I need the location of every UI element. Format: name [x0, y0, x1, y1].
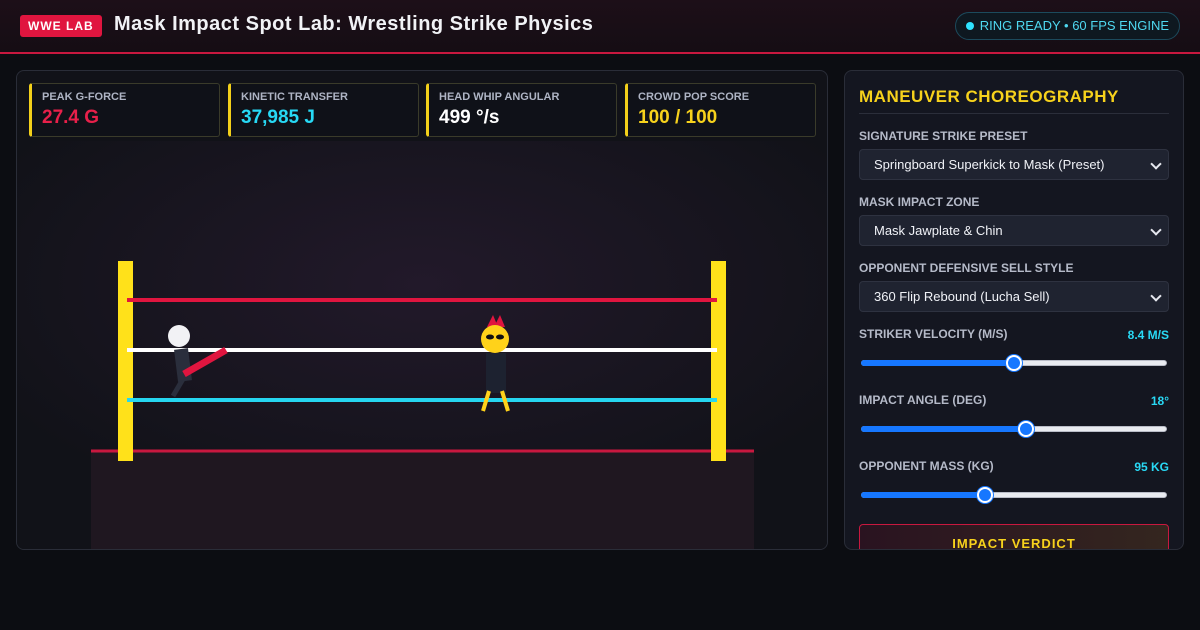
slider-thumb[interactable] — [1006, 355, 1022, 371]
striker-velocity-value: 8.4 M/S — [1127, 328, 1169, 342]
striker-velocity-slider[interactable] — [859, 354, 1169, 372]
right-ring-post — [711, 261, 726, 461]
metric-label: CROWD POP SCORE — [638, 91, 750, 103]
impact-zone-value: Mask Jawplate & Chin — [874, 223, 1003, 238]
ring-simulation-stage: PEAK G-FORCE 27.4 G KINETIC TRANSFER 37,… — [16, 70, 828, 550]
impact-verdict-title: IMPACT VERDICT — [952, 536, 1076, 550]
opponent-mass-slider[interactable] — [859, 486, 1169, 504]
maneuver-control-panel: MANEUVER CHOREOGRAPHY SIGNATURE STRIKE P… — [844, 70, 1184, 550]
impact-zone-select[interactable]: Mask Jawplate & Chin — [859, 215, 1169, 246]
opponent-mask — [481, 325, 509, 353]
striker-head — [168, 325, 190, 347]
metric-crowd-pop-score: CROWD POP SCORE 100 / 100 — [625, 83, 816, 137]
mask-eye-right — [496, 334, 504, 340]
slider-fill — [861, 426, 1026, 432]
metric-value: 100 / 100 — [638, 107, 718, 128]
wwe-lab-logo: WWE LAB — [20, 15, 102, 37]
impact-angle-label: IMPACT ANGLE (DEG) — [859, 393, 987, 407]
opponent-mass-label: OPPONENT MASS (KG) — [859, 459, 994, 473]
panel-divider — [859, 113, 1169, 114]
metric-peak-g-force: PEAK G-FORCE 27.4 G — [29, 83, 220, 137]
metric-value: 27.4 G — [42, 107, 100, 128]
mask-eye-left — [486, 334, 494, 340]
strike-preset-select[interactable]: Springboard Superkick to Mask (Preset) — [859, 149, 1169, 180]
strike-preset-value: Springboard Superkick to Mask (Preset) — [874, 157, 1105, 172]
wrestling-ring-canvas — [17, 141, 827, 549]
top-bar: WWE LAB Mask Impact Spot Lab: Wrestling … — [0, 0, 1200, 54]
chevron-down-icon — [1150, 290, 1162, 302]
slider-thumb[interactable] — [977, 487, 993, 503]
slider-fill — [861, 360, 1014, 366]
sell-style-value: 360 Flip Rebound (Lucha Sell) — [874, 289, 1050, 304]
metric-label: KINETIC TRANSFER — [241, 91, 348, 103]
chevron-down-icon — [1150, 224, 1162, 236]
slider-thumb[interactable] — [1017, 421, 1034, 437]
opponent-torso — [486, 353, 506, 393]
striker-velocity-label: STRIKER VELOCITY (M/S) — [859, 327, 1008, 341]
left-ring-post — [118, 261, 133, 461]
impact-angle-slider[interactable] — [859, 420, 1169, 438]
app-title: Mask Impact Spot Lab: Wrestling Strike P… — [114, 13, 594, 35]
impact-verdict-card: IMPACT VERDICT — [859, 524, 1169, 550]
impact-zone-label: MASK IMPACT ZONE — [859, 195, 980, 209]
strike-preset-label: SIGNATURE STRIKE PRESET — [859, 129, 1028, 143]
slider-fill — [861, 492, 985, 498]
metric-value: 499 °/s — [439, 107, 500, 128]
chevron-down-icon — [1150, 158, 1162, 170]
metric-value: 37,985 J — [241, 107, 315, 128]
metric-head-whip-angular: HEAD WHIP ANGULAR 499 °/s — [426, 83, 617, 137]
engine-status-badge: RING READY • 60 FPS ENGINE — [954, 12, 1180, 40]
sell-style-label: OPPONENT DEFENSIVE SELL STYLE — [859, 261, 1074, 275]
engine-status-text: RING READY • 60 FPS ENGINE — [979, 18, 1169, 33]
impact-angle-value: 18° — [1150, 394, 1169, 408]
striker-torso — [174, 348, 192, 382]
panel-title: MANEUVER CHOREOGRAPHY — [859, 87, 1119, 106]
metric-label: HEAD WHIP ANGULAR — [439, 91, 560, 103]
sell-style-select[interactable]: 360 Flip Rebound (Lucha Sell) — [859, 281, 1169, 312]
status-dot-icon — [965, 22, 974, 30]
ring-apron — [91, 451, 754, 549]
metric-kinetic-transfer: KINETIC TRANSFER 37,985 J — [228, 83, 419, 137]
metric-label: PEAK G-FORCE — [42, 91, 127, 103]
opponent-mass-value: 95 KG — [1134, 460, 1169, 474]
